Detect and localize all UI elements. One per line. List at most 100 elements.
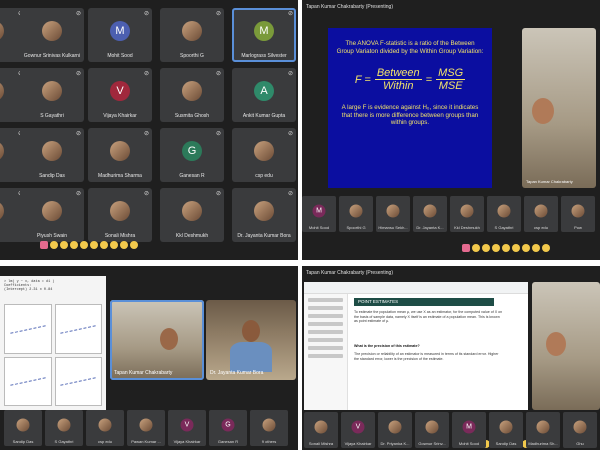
participant-tile[interactable]: G ⊘ Ganesan R xyxy=(160,128,224,182)
mic-muted-icon: ⊘ xyxy=(75,71,81,77)
bora-camera-tile: Dr. Jayanta Kumar Bora xyxy=(206,300,296,380)
strip-participant[interactable]: Pawan Kumar ... xyxy=(127,410,165,446)
strip-participant[interactable]: Spoorthi G xyxy=(339,196,373,232)
doc-question: What is the precision of this estimate? xyxy=(354,344,420,348)
avatar xyxy=(16,418,30,432)
anova-slide: The ANOVA F-statistic is a ratio of the … xyxy=(328,28,492,188)
participant-name: Kkl Deshmukh xyxy=(175,233,209,239)
strip-participant[interactable]: M Mohit Sood xyxy=(302,196,336,232)
strip-participant[interactable]: S Gayathri xyxy=(487,196,521,232)
slide-outro: A large F is evidence against H₀, since … xyxy=(341,104,479,127)
avatar xyxy=(534,204,548,218)
participant-tile[interactable]: ⊘ Sandip Das xyxy=(20,128,84,182)
participant-tile[interactable]: A ⊘ Ankit Kumar Gupta xyxy=(232,68,296,122)
avatar xyxy=(139,418,153,432)
avatar xyxy=(42,20,62,41)
participant-name: Ankit Kumar Gupta xyxy=(242,113,286,119)
strip-participant-name: csp edu xyxy=(97,439,112,444)
doc-heading: POINT ESTIMATES xyxy=(354,298,494,306)
avatar xyxy=(423,204,437,218)
strip-participant[interactable]: Sandip Das xyxy=(489,412,523,448)
participant-tile[interactable]: ⊘ Gownur Srinivas Kulkarni xyxy=(20,8,84,62)
strip-participant[interactable]: V Vijaya Khairkar xyxy=(341,412,375,448)
avatar xyxy=(573,420,587,434)
presenting-title: Tapan Kumar Chakrabarty (Presenting) xyxy=(306,4,393,10)
strip-participant-name: Mohit Sood xyxy=(458,441,480,446)
strip-participant[interactable]: S Gayathri xyxy=(45,410,83,446)
presenter-camera-2 xyxy=(532,282,600,410)
strip-participant-name: 9 others xyxy=(261,439,277,444)
avatar xyxy=(314,420,328,434)
presenter-camera-tile: Tapan Kumar Chakrabarty xyxy=(110,300,204,380)
avatar xyxy=(0,200,4,221)
strip-participant[interactable]: Sonali Mishra xyxy=(304,412,338,448)
strip-participant[interactable]: Madhurima Sh... xyxy=(526,412,560,448)
participant-name: Marlograss Silvester xyxy=(241,53,287,59)
participant-tile[interactable]: ⊘ Spoorthi G xyxy=(160,8,224,62)
strip-participant[interactable]: Himansu Sekh... xyxy=(376,196,410,232)
strip-participant[interactable]: csp edu xyxy=(86,410,124,446)
mic-muted-icon: ⊘ xyxy=(143,131,149,137)
meeting-presentation-top-right: Tapan Kumar Chakrabarty (Presenting) The… xyxy=(302,0,600,260)
mic-muted-icon: ⊘ xyxy=(287,71,293,77)
participant-tile[interactable]: ⊘ Sonali Mishra xyxy=(88,188,152,242)
strip-participant-name: Sandip Das xyxy=(495,441,517,446)
avatar xyxy=(0,140,4,161)
strip-participant-name: Vijaya Khairkar xyxy=(173,439,201,444)
strip-participant[interactable]: csp edu xyxy=(524,196,558,232)
strip-participant[interactable]: Ghu xyxy=(563,412,597,448)
avatar xyxy=(182,80,202,101)
participant-tile[interactable]: ⊘ Madhurima Sharma xyxy=(88,128,152,182)
reaction-bar-top[interactable] xyxy=(40,240,138,250)
participant-tile[interactable]: ⊘ csp edu xyxy=(232,128,296,182)
participant-name: Madhurima Sharma xyxy=(98,173,142,179)
avatar xyxy=(262,418,276,432)
strip-participant[interactable]: Dr. Priyanka K... xyxy=(378,412,412,448)
participant-tile[interactable]: ⊘ S Gayathri xyxy=(20,68,84,122)
strip-participant-name: csp edu xyxy=(533,225,548,230)
strip-participant[interactable]: Pow xyxy=(561,196,595,232)
slide-formula: F = Between Within = MSG MSE xyxy=(354,67,466,93)
strip-participant[interactable]: G Ganesan R xyxy=(209,410,247,446)
strip-participant-name: Sandip Das xyxy=(12,439,34,444)
mic-muted-icon: ⊘ xyxy=(215,131,221,137)
strip-participant[interactable]: Gownur Srinv... xyxy=(415,412,449,448)
strip-participant-name: S Gayathri xyxy=(54,439,74,444)
avatar: M xyxy=(312,204,326,218)
avatar xyxy=(536,420,550,434)
participant-tile[interactable]: M ⊘ Marlograss Silvester xyxy=(232,8,296,62)
participant-tile[interactable]: ⊘ Dr. Jayanta Kumar Bora xyxy=(232,188,296,242)
participant-tile[interactable]: ⊘ Susmita Ghosh xyxy=(160,68,224,122)
participant-name: Vijaya Khairkar xyxy=(103,113,137,119)
rstudio-window: > lm( y ~ x, data = d1 ) Coefficients: (… xyxy=(0,276,106,410)
strip-participant-name: Pow xyxy=(574,225,582,230)
strip-participant[interactable]: V Vijaya Khairkar xyxy=(168,410,206,446)
participant-name: Dr. Jayanta Kumar Bora xyxy=(237,233,291,239)
participant-name: Sandip Das xyxy=(39,173,65,179)
strip-participant[interactable]: Kkl Deshmukh xyxy=(450,196,484,232)
meeting-gallery-top-left: ⊘ ⊘ Gownur Srinivas Kulkarni M ⊘ Mohit Sood ⊘ S… xyxy=(0,0,298,260)
avatar: G xyxy=(182,140,202,161)
strip-participant[interactable]: Sandip Das xyxy=(4,410,42,446)
strip-participant[interactable]: M Mohit Sood xyxy=(452,412,486,448)
avatar xyxy=(388,420,402,434)
avatar: M xyxy=(110,20,130,41)
participant-tile[interactable]: ⊘ Kkl Deshmukh xyxy=(160,188,224,242)
strip-participant[interactable]: 9 others xyxy=(250,410,288,446)
avatar: M xyxy=(254,20,274,41)
avatar xyxy=(42,140,62,161)
participant-tile[interactable]: ⊘ Piyush Swain xyxy=(20,188,84,242)
mic-muted-icon: ⊘ xyxy=(287,191,293,197)
participant-name: Mohit Sood xyxy=(107,53,133,59)
meeting-share-bottom-left: > lm( y ~ x, data = d1 ) Coefficients: (… xyxy=(0,266,298,450)
participant-tile[interactable]: V ⊘ Vijaya Khairkar xyxy=(88,68,152,122)
slide-intro: The ANOVA F-statistic is a ratio of the … xyxy=(336,40,484,55)
participant-name: Gownur Srinivas Kulkarni xyxy=(23,53,81,59)
strip-participant-name: Ghu xyxy=(576,441,584,446)
strip-participant-name: Pawan Kumar ... xyxy=(131,439,161,444)
participant-tile[interactable]: M ⊘ Mohit Sood xyxy=(88,8,152,62)
reaction-bar[interactable] xyxy=(462,243,550,253)
avatar: V xyxy=(110,80,130,101)
avatar xyxy=(182,200,202,221)
strip-participant[interactable]: Dr. Jayanta K... xyxy=(413,196,447,232)
